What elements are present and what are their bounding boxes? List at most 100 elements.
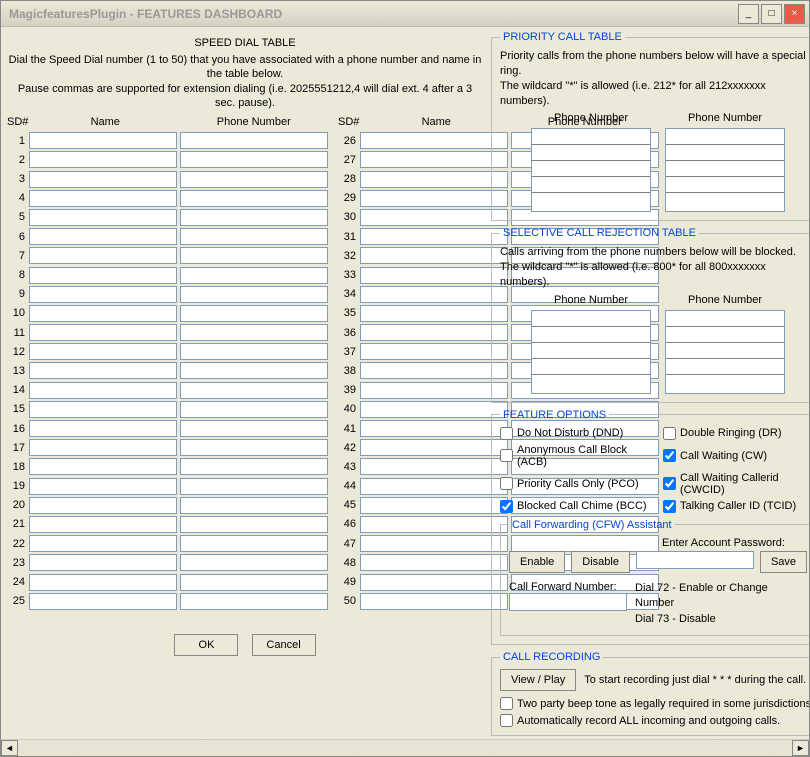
- beep-tone-option[interactable]: Two party beep tone as legally required …: [500, 697, 809, 710]
- auto-record-option[interactable]: Automatically record ALL incoming and ou…: [500, 714, 809, 727]
- sd-phone-input[interactable]: [180, 190, 328, 207]
- bcc-option[interactable]: Blocked Call Chime (BCC): [500, 500, 653, 513]
- cfw-number-input[interactable]: [509, 593, 627, 611]
- sd-name-input[interactable]: [360, 151, 508, 168]
- sd-phone-input[interactable]: [180, 420, 328, 437]
- bcc-checkbox[interactable]: [500, 500, 513, 513]
- dr-checkbox[interactable]: [663, 427, 676, 440]
- sd-phone-input[interactable]: [180, 228, 328, 245]
- cwcid-option[interactable]: Call Waiting Callerid (CWCID): [663, 472, 809, 496]
- sd-name-input[interactable]: [29, 401, 177, 418]
- sd-phone-input[interactable]: [180, 247, 328, 264]
- sd-name-input[interactable]: [29, 420, 177, 437]
- sd-name-input[interactable]: [360, 382, 508, 399]
- sd-phone-input[interactable]: [180, 554, 328, 571]
- scr-numbers-list-1[interactable]: [531, 310, 651, 394]
- priority-numbers-list-2[interactable]: [665, 128, 785, 212]
- cwcid-checkbox[interactable]: [663, 477, 676, 490]
- view-play-button[interactable]: View / Play: [500, 669, 576, 691]
- sd-phone-input[interactable]: [180, 324, 328, 341]
- sd-phone-input[interactable]: [180, 209, 328, 226]
- sd-name-input[interactable]: [29, 171, 177, 188]
- sd-phone-input[interactable]: [180, 516, 328, 533]
- sd-name-input[interactable]: [29, 593, 177, 610]
- dnd-option[interactable]: Do Not Disturb (DND): [500, 427, 653, 440]
- scr-numbers-list-2[interactable]: [665, 310, 785, 394]
- sd-phone-input[interactable]: [180, 171, 328, 188]
- sd-name-input[interactable]: [29, 535, 177, 552]
- sd-phone-input[interactable]: [180, 401, 328, 418]
- sd-phone-input[interactable]: [180, 593, 328, 610]
- sd-name-input[interactable]: [360, 286, 508, 303]
- cfw-enable-button[interactable]: Enable: [509, 551, 565, 573]
- priority-numbers-list-1[interactable]: [531, 128, 651, 212]
- sd-phone-input[interactable]: [180, 535, 328, 552]
- sd-name-input[interactable]: [360, 343, 508, 360]
- sd-name-input[interactable]: [360, 228, 508, 245]
- sd-name-input[interactable]: [360, 497, 508, 514]
- sd-name-input[interactable]: [29, 478, 177, 495]
- sd-name-input[interactable]: [360, 401, 508, 418]
- sd-phone-input[interactable]: [180, 439, 328, 456]
- tcid-option[interactable]: Talking Caller ID (TCID): [663, 500, 809, 513]
- sd-name-input[interactable]: [29, 362, 177, 379]
- sd-name-input[interactable]: [360, 324, 508, 341]
- sd-name-input[interactable]: [29, 554, 177, 571]
- sd-name-input[interactable]: [360, 362, 508, 379]
- sd-name-input[interactable]: [360, 439, 508, 456]
- horizontal-scrollbar[interactable]: ◄ ►: [1, 739, 809, 756]
- sd-name-input[interactable]: [360, 458, 508, 475]
- sd-name-input[interactable]: [360, 209, 508, 226]
- sd-name-input[interactable]: [360, 190, 508, 207]
- scroll-right-button[interactable]: ►: [792, 740, 809, 756]
- sd-phone-input[interactable]: [180, 574, 328, 591]
- cfw-save-button[interactable]: Save: [760, 551, 807, 573]
- scroll-track[interactable]: [18, 740, 792, 756]
- tcid-checkbox[interactable]: [663, 500, 676, 513]
- sd-name-input[interactable]: [29, 324, 177, 341]
- sd-name-input[interactable]: [29, 228, 177, 245]
- sd-phone-input[interactable]: [180, 382, 328, 399]
- pco-option[interactable]: Priority Calls Only (PCO): [500, 472, 653, 496]
- pco-checkbox[interactable]: [500, 477, 513, 490]
- minimize-button[interactable]: _: [738, 4, 759, 24]
- sd-name-input[interactable]: [360, 420, 508, 437]
- sd-name-input[interactable]: [29, 286, 177, 303]
- sd-name-input[interactable]: [29, 247, 177, 264]
- sd-name-input[interactable]: [29, 343, 177, 360]
- scroll-left-button[interactable]: ◄: [1, 740, 18, 756]
- sd-name-input[interactable]: [29, 458, 177, 475]
- acb-checkbox[interactable]: [500, 449, 513, 462]
- ok-button[interactable]: OK: [174, 634, 238, 656]
- sd-phone-input[interactable]: [180, 497, 328, 514]
- sd-name-input[interactable]: [29, 439, 177, 456]
- sd-phone-input[interactable]: [180, 343, 328, 360]
- cancel-button[interactable]: Cancel: [252, 634, 316, 656]
- close-button[interactable]: ×: [784, 4, 805, 24]
- sd-name-input[interactable]: [360, 574, 508, 591]
- sd-name-input[interactable]: [360, 516, 508, 533]
- cfw-password-input[interactable]: [636, 551, 754, 569]
- sd-phone-input[interactable]: [180, 362, 328, 379]
- sd-name-input[interactable]: [29, 574, 177, 591]
- sd-name-input[interactable]: [360, 593, 508, 610]
- cw-checkbox[interactable]: [663, 449, 676, 462]
- sd-name-input[interactable]: [360, 478, 508, 495]
- sd-name-input[interactable]: [29, 267, 177, 284]
- sd-name-input[interactable]: [360, 267, 508, 284]
- sd-name-input[interactable]: [29, 382, 177, 399]
- auto-record-checkbox[interactable]: [500, 714, 513, 727]
- sd-name-input[interactable]: [29, 497, 177, 514]
- sd-name-input[interactable]: [29, 151, 177, 168]
- sd-name-input[interactable]: [29, 516, 177, 533]
- acb-option[interactable]: Anonymous Call Block (ACB): [500, 444, 653, 468]
- sd-phone-input[interactable]: [180, 267, 328, 284]
- sd-phone-input[interactable]: [180, 132, 328, 149]
- sd-name-input[interactable]: [29, 190, 177, 207]
- sd-name-input[interactable]: [360, 132, 508, 149]
- sd-name-input[interactable]: [29, 132, 177, 149]
- beep-tone-checkbox[interactable]: [500, 697, 513, 710]
- sd-phone-input[interactable]: [180, 458, 328, 475]
- sd-phone-input[interactable]: [180, 305, 328, 322]
- sd-phone-input[interactable]: [180, 478, 328, 495]
